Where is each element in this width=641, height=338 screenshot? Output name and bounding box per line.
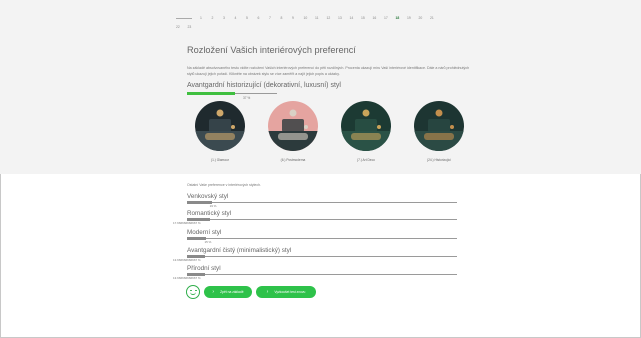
back-button[interactable]: › Zpět na základě — [204, 286, 252, 298]
style-image[interactable] — [341, 101, 391, 151]
page-link[interactable]: 21 — [430, 16, 442, 20]
chevron-right-icon: › — [212, 289, 215, 295]
style-image-caption: (1.) Glamour — [211, 158, 229, 162]
style-image-caption: (6.) Postmoderna — [280, 158, 306, 162]
main-style-name: Avantgardní historizující (dekorativní, … — [187, 82, 341, 89]
interior-photo — [195, 101, 245, 151]
page-link[interactable]: 13 — [338, 16, 350, 20]
style-preference-bar — [187, 218, 457, 221]
style-preference-name: Romantický styl — [187, 210, 232, 217]
page-link[interactable]: 7 — [269, 16, 281, 20]
style-preference-name: Venkovský styl — [187, 193, 229, 200]
retake-test-button-label: Vyzkoušet test znovu — [274, 290, 306, 294]
page-link[interactable]: 9 — [292, 16, 304, 20]
question-pagination: 1 2 3 4 5 6 7 8 9 10 11 12 13 14 15 16 17 18 19 20 21 22 23 — [176, 16, 476, 29]
other-styles-intro: Ostatní Vaše preference v interiérových … — [187, 183, 262, 187]
interior-photo — [268, 101, 318, 151]
page-link[interactable]: 11 — [315, 16, 327, 20]
interior-photo — [414, 101, 464, 151]
main-style-bar-fill — [187, 92, 235, 95]
pagination-line — [176, 18, 192, 19]
page-link[interactable]: 16 — [373, 16, 385, 20]
page-title: Rozložení Vašich interiérových preferenc… — [187, 45, 356, 55]
page-link[interactable]: 23 — [188, 25, 200, 29]
style-preference-bar — [187, 237, 457, 240]
page-link[interactable]: 5 — [246, 16, 258, 20]
main-style-bar — [187, 92, 277, 95]
style-image[interactable] — [414, 101, 464, 151]
style-image[interactable] — [268, 101, 318, 151]
page-link[interactable]: 18 — [396, 16, 408, 20]
page-link[interactable]: 20 — [419, 16, 431, 20]
style-image-caption: (24.) Historizující — [427, 158, 451, 162]
style-preference-bar — [187, 255, 457, 258]
chevron-right-icon: › — [266, 289, 269, 295]
style-image[interactable] — [195, 101, 245, 151]
back-button-label: Zpět na základě — [220, 290, 244, 294]
page-description: Na základě absolvovaného testu vidíte ro… — [187, 66, 470, 76]
style-preference-value: 19 % — [209, 204, 217, 208]
retake-test-button[interactable]: › Vyzkoušet test znovu — [256, 286, 316, 298]
style-preference-value: 13.666666666667 % — [173, 276, 201, 280]
style-preference-name: Přírodní styl — [187, 265, 221, 272]
interior-photo — [341, 101, 391, 151]
main-style-percent: 37 % — [243, 96, 251, 100]
style-preference-bar-fill — [187, 201, 212, 204]
smiley-eye — [190, 289, 192, 292]
style-preference-name: Avantgardní čistý (minimalistický) styl — [187, 247, 292, 254]
page-link[interactable]: 2 — [212, 16, 224, 20]
page-link[interactable]: 15 — [361, 16, 373, 20]
style-preference-bar — [187, 273, 457, 276]
pagination-row-2: 22 23 — [176, 25, 476, 29]
page-link[interactable]: 6 — [258, 16, 270, 20]
page-link[interactable]: 8 — [281, 16, 293, 20]
page-link[interactable]: 3 — [223, 16, 235, 20]
style-image-caption: (7.) Art Deco — [357, 158, 375, 162]
page-link[interactable]: 22 — [176, 25, 188, 29]
page-link[interactable]: 1 — [200, 16, 212, 20]
style-preference-value: 13.666666666667 % — [173, 258, 201, 262]
page-link[interactable]: 19 — [407, 16, 419, 20]
smiley-eye — [195, 289, 197, 292]
style-preference-name: Moderní styl — [187, 229, 222, 236]
page-link[interactable]: 14 — [350, 16, 362, 20]
style-preference-bar — [187, 201, 457, 204]
page-link[interactable]: 12 — [327, 16, 339, 20]
page-link[interactable]: 17 — [384, 16, 396, 20]
style-preference-value: 17.666666666667 % — [173, 221, 201, 225]
smiley-mouth — [190, 292, 196, 295]
style-preference-value: 15 % — [204, 240, 212, 244]
smiley-icon — [186, 285, 200, 299]
page-link[interactable]: 4 — [235, 16, 247, 20]
page-link[interactable]: 10 — [304, 16, 316, 20]
